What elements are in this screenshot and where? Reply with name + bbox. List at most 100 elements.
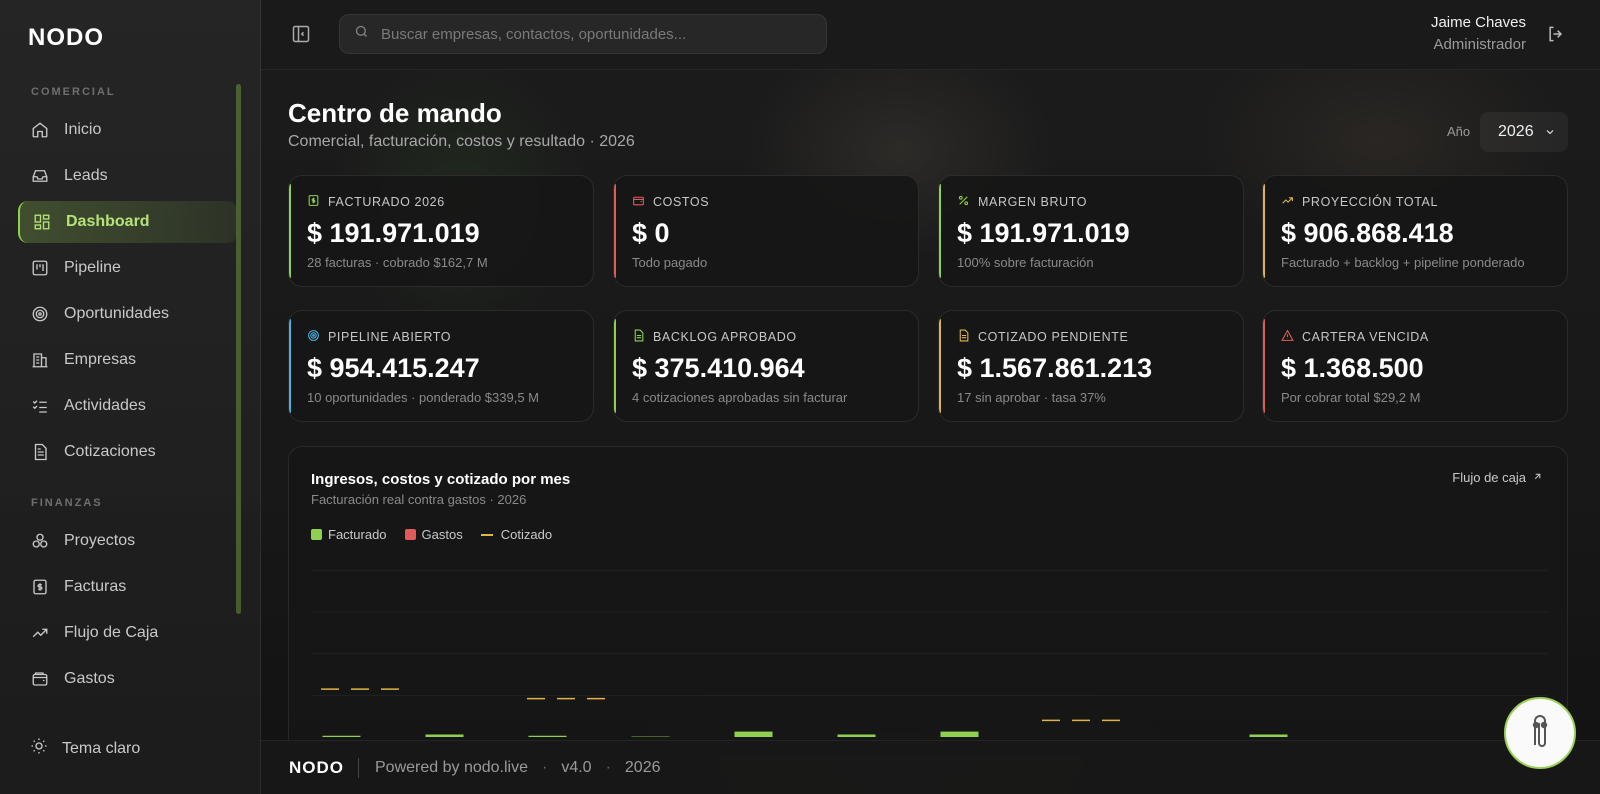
kpi-value: $ 954.415.247	[307, 353, 480, 383]
search-icon	[354, 24, 381, 44]
bar-facturado[interactable]	[425, 734, 464, 738]
kanban-icon	[30, 258, 50, 278]
sidebar-item-cotizaciones[interactable]: Cotizaciones	[18, 431, 237, 473]
kpi-value: $ 375.410.964	[632, 353, 805, 383]
theme-toggle-label: Tema claro	[62, 739, 141, 757]
legend-swatch	[311, 529, 322, 540]
sidebar-toggle-icon[interactable]	[291, 24, 311, 44]
legend-item-cotizado[interactable]: Cotizado	[480, 527, 553, 542]
sidebar-item-actividades[interactable]: Actividades	[18, 385, 237, 427]
legend-label: Cotizado	[500, 527, 553, 542]
logout-icon[interactable]	[1546, 24, 1566, 44]
cashflow-link[interactable]: Flujo de caja	[1452, 470, 1543, 485]
inbox-icon	[30, 166, 50, 186]
legend-item-gastos[interactable]: Gastos	[404, 527, 463, 542]
sidebar-item-empresas[interactable]: Empresas	[18, 339, 237, 381]
kpi-label: PIPELINE ABIERTO	[328, 330, 452, 344]
footer-powered[interactable]: Powered by nodo.live	[375, 759, 528, 777]
kpi-value: $ 1.567.861.213	[957, 353, 1153, 383]
legend-item-facturado[interactable]: Facturado	[311, 527, 387, 542]
search-bar[interactable]	[339, 14, 827, 54]
building-icon	[30, 350, 50, 370]
document-icon	[957, 329, 978, 345]
kpi-sub: 4 cotizaciones aprobadas sin facturar	[632, 390, 848, 405]
paperclip-assistant-icon	[1523, 711, 1557, 756]
page-subtitle: Comercial, facturación, costos y resulta…	[288, 133, 635, 150]
app-logo[interactable]: NODO	[28, 24, 104, 52]
sidebar-item-label: Leads	[64, 167, 108, 184]
separator: ·	[541, 758, 548, 776]
kpi-sub: 10 oportunidades · ponderado $339,5 M	[307, 390, 540, 405]
assistant-button[interactable]	[1504, 697, 1576, 769]
kpi-sub: Todo pagado	[632, 255, 708, 270]
kpi-card-proyeccion[interactable]: PROYECCIÓN TOTAL $ 906.868.418 Facturado…	[1262, 175, 1568, 287]
sidebar-item-proyectos[interactable]: Proyectos	[18, 520, 237, 562]
user-info[interactable]: Jaime Chaves Administrador	[1431, 14, 1526, 53]
sidebar-item-inicio[interactable]: Inicio	[18, 109, 237, 151]
kpi-value: $ 191.971.019	[307, 218, 480, 248]
kpi-card-cartera[interactable]: CARTERA VENCIDA $ 1.368.500 Por cobrar t…	[1262, 310, 1568, 422]
sidebar-item-label: Flujo de Caja	[64, 624, 159, 641]
bar-facturado[interactable]	[940, 731, 979, 737]
kpi-card-backlog[interactable]: BACKLOG APROBADO $ 375.410.964 4 cotizac…	[613, 310, 919, 422]
kpi-card-facturado[interactable]: FACTURADO 2026 $ 191.971.019 28 facturas…	[288, 175, 594, 287]
percent-icon	[957, 194, 978, 210]
kpi-label: FACTURADO 2026	[328, 195, 445, 209]
alert-icon	[1281, 329, 1302, 345]
section-comercial: COMERCIAL	[31, 86, 116, 98]
sidebar-scrollbar[interactable]	[236, 84, 241, 614]
bar-facturado[interactable]	[1249, 734, 1288, 738]
kpi-card-costos[interactable]: COSTOS $ 0 Todo pagado	[613, 175, 919, 287]
legend-label: Facturado	[328, 527, 387, 542]
kpi-card-cotizado[interactable]: COTIZADO PENDIENTE $ 1.567.861.213 17 si…	[938, 310, 1244, 422]
sidebar-item-facturas[interactable]: Facturas	[18, 566, 237, 608]
sidebar-item-gastos[interactable]: Gastos	[18, 658, 237, 700]
chart-plot	[311, 569, 1547, 738]
footer-year: 2026	[624, 758, 661, 776]
kpi-sub: 28 facturas · cobrado $162,7 M	[307, 255, 488, 270]
legend-label: Gastos	[421, 527, 463, 542]
bar-facturado[interactable]	[734, 731, 773, 737]
sidebar-item-label: Gastos	[64, 670, 115, 687]
sidebar-item-oportunidades[interactable]: Oportunidades	[18, 293, 237, 335]
bar-facturado[interactable]	[837, 734, 876, 738]
chart-panel: Ingresos, costos y cotizado por mes Fact…	[288, 446, 1568, 756]
kpi-label: MARGEN BRUTO	[978, 195, 1088, 209]
sidebar-item-dashboard[interactable]: Dashboard	[18, 201, 237, 243]
sidebar-item-leads[interactable]: Leads	[18, 155, 237, 197]
footer-version: v4.0	[561, 758, 592, 776]
wallet-icon	[30, 669, 50, 689]
kpi-label: COTIZADO PENDIENTE	[978, 330, 1129, 344]
arrow-up-right-icon	[1526, 470, 1543, 485]
kpi-card-pipeline[interactable]: PIPELINE ABIERTO $ 954.415.247 10 oportu…	[288, 310, 594, 422]
kpi-card-margen[interactable]: MARGEN BRUTO $ 191.971.019 100% sobre fa…	[938, 175, 1244, 287]
bar-facturado[interactable]	[528, 735, 567, 737]
year-select[interactable]: 2026	[1480, 112, 1568, 152]
invoice-icon	[307, 194, 328, 210]
kpi-value: $ 0	[632, 218, 670, 248]
search-input[interactable]	[381, 25, 801, 43]
kpi-value: $ 1.368.500	[1281, 353, 1424, 383]
theme-toggle[interactable]: Tema claro	[30, 737, 140, 760]
section-finanzas: FINANZAS	[31, 497, 103, 509]
year-value: 2026	[1498, 123, 1534, 140]
trend-icon	[1281, 194, 1302, 210]
sidebar-item-pipeline[interactable]: Pipeline	[18, 247, 237, 289]
topbar: Jaime Chaves Administrador	[261, 0, 1600, 70]
kpi-label: CARTERA VENCIDA	[1302, 330, 1429, 344]
chart-title: Ingresos, costos y cotizado por mes	[311, 471, 571, 488]
year-label: Año	[1447, 124, 1471, 139]
kpi-value: $ 191.971.019	[957, 218, 1130, 248]
target-icon	[307, 329, 328, 345]
kpi-label: BACKLOG APROBADO	[653, 330, 797, 344]
grid-icon	[32, 212, 52, 232]
sidebar-item-flujo-de-caja[interactable]: Flujo de Caja	[18, 612, 237, 654]
checklist-icon	[30, 396, 50, 416]
sidebar-item-label: Cotizaciones	[64, 443, 156, 460]
wallet-icon	[632, 194, 653, 210]
target-icon	[30, 304, 50, 324]
kpi-value: $ 906.868.418	[1281, 218, 1454, 248]
sidebar-item-label: Oportunidades	[64, 305, 169, 322]
footer-logo: NODO	[289, 757, 359, 778]
bar-facturado[interactable]	[322, 735, 361, 737]
